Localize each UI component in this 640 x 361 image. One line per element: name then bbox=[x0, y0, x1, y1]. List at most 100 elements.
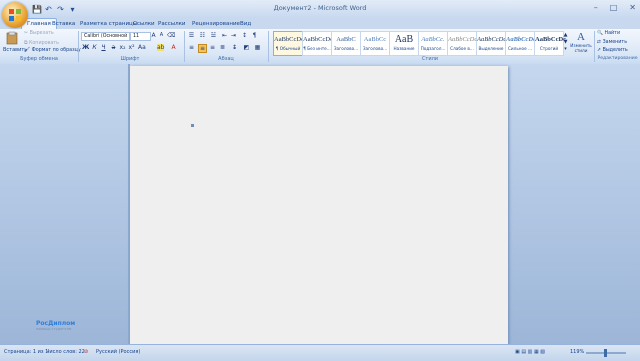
sort-icon[interactable]: ↕ bbox=[241, 32, 248, 39]
minimize-icon[interactable]: – bbox=[594, 3, 598, 12]
scissors-icon: ✂ bbox=[24, 31, 29, 36]
style-tile-heading1[interactable]: AaBbC Заголово... bbox=[331, 31, 361, 56]
style-sample: AaBbCcDc bbox=[506, 36, 536, 43]
watermark-logo: РосДиплом помощь студентам bbox=[36, 320, 75, 331]
show-marks-icon[interactable]: ¶ bbox=[251, 32, 258, 39]
word-count[interactable]: Число слов: 22 bbox=[46, 349, 85, 355]
style-sample: AaBbCcDc bbox=[274, 36, 304, 43]
grow-font-icon[interactable]: A bbox=[150, 32, 157, 39]
subscript-icon[interactable]: x₂ bbox=[119, 44, 126, 51]
style-tile-no-spacing[interactable]: AaBbCcDc ¶ Без инте... bbox=[302, 31, 333, 56]
replace-icon: ⇄ bbox=[597, 40, 602, 45]
change-styles-button[interactable]: A Изменить стили bbox=[570, 31, 592, 53]
style-name: ¶ Без инте... bbox=[303, 46, 331, 51]
align-right-icon[interactable]: ≡ bbox=[209, 44, 216, 51]
italic-icon[interactable]: К bbox=[91, 44, 98, 51]
styles-scroll-up-icon[interactable]: ▲ bbox=[562, 32, 569, 39]
superscript-icon[interactable]: x² bbox=[128, 44, 135, 51]
tab-view[interactable]: Вид bbox=[240, 19, 251, 29]
decrease-indent-icon[interactable]: ⇤ bbox=[221, 32, 228, 39]
paragraph-group-label: Абзац bbox=[218, 56, 234, 62]
shading-icon[interactable]: ◩ bbox=[243, 44, 250, 51]
select-button[interactable]: ➚ Выделить bbox=[597, 48, 628, 53]
document-page[interactable] bbox=[130, 66, 508, 346]
font-name-combo[interactable]: Calibri (Основной те bbox=[81, 32, 130, 41]
page-count[interactable]: Страница: 1 из 1 bbox=[4, 349, 48, 355]
multilevel-list-icon[interactable]: ☱ bbox=[210, 32, 217, 39]
style-tile-heading2[interactable]: AaBbCc Заголово... bbox=[360, 31, 390, 56]
format-painter-label: Формат по образцу bbox=[31, 48, 81, 53]
style-name: Слабое в... bbox=[450, 46, 474, 51]
view-buttons[interactable]: ▣ ▤ ▥ ▦ ▧ bbox=[515, 349, 545, 355]
copy-button[interactable]: ⧉ Копировать bbox=[24, 40, 59, 46]
styles-scroll-down-icon[interactable]: ▼ bbox=[562, 39, 569, 46]
bullets-icon[interactable]: ☰ bbox=[188, 32, 195, 39]
style-name: ¶ Обычный bbox=[275, 46, 301, 51]
copy-label: Копировать bbox=[28, 41, 59, 46]
style-tile-subtle-emphasis[interactable]: AaBbCcDc Слабое в... bbox=[447, 31, 477, 56]
style-sample: AaBbCcDc bbox=[303, 36, 333, 43]
justify-icon[interactable]: ≣ bbox=[219, 44, 226, 51]
paste-label: Вставить bbox=[3, 47, 28, 53]
style-name: Заголово... bbox=[362, 46, 388, 51]
style-name: Сильное ... bbox=[508, 46, 532, 51]
increase-indent-icon[interactable]: ⇥ bbox=[230, 32, 237, 39]
language-indicator[interactable]: Русский (Россия) bbox=[96, 349, 140, 355]
clipboard-icon bbox=[6, 31, 18, 45]
format-painter-button[interactable]: 🖌 Формат по образцу bbox=[24, 48, 81, 53]
select-label: Выделить bbox=[602, 48, 628, 53]
style-sample: AaBbCc. bbox=[421, 36, 445, 43]
group-separator bbox=[78, 31, 79, 62]
logo-tagline: помощь студентам bbox=[36, 327, 72, 331]
tab-mailings[interactable]: Рассылки bbox=[158, 19, 186, 29]
style-tile-title[interactable]: AaB Название bbox=[389, 31, 419, 56]
cut-button[interactable]: ✂ Вырезать bbox=[24, 31, 54, 36]
font-size-combo[interactable]: 11 bbox=[130, 32, 151, 41]
clipboard-group-label: Буфер обмена bbox=[20, 56, 58, 62]
title-bar: 💾 ↶ ↷ ▾ Документ2 - Microsoft Word – □ ✕ bbox=[0, 0, 640, 18]
group-separator bbox=[184, 31, 185, 62]
strikethrough-icon[interactable]: a bbox=[110, 44, 117, 51]
tab-review[interactable]: Рецензирование bbox=[192, 19, 240, 29]
shrink-font-icon[interactable]: A bbox=[158, 32, 165, 39]
align-center-icon[interactable]: ≡ bbox=[198, 44, 207, 53]
bold-icon[interactable]: Ж bbox=[82, 44, 89, 51]
zoom-level[interactable]: 119% bbox=[570, 349, 584, 355]
maximize-icon[interactable]: □ bbox=[610, 3, 618, 12]
style-tile-normal[interactable]: AaBbCcDc ¶ Обычный bbox=[273, 31, 304, 56]
find-label: Найти bbox=[604, 31, 621, 36]
paste-button[interactable]: Вставить bbox=[3, 31, 28, 53]
line-spacing-icon[interactable]: ↨ bbox=[231, 44, 238, 51]
zoom-slider-thumb[interactable] bbox=[604, 349, 607, 357]
borders-icon[interactable]: ▦ bbox=[254, 44, 261, 51]
align-left-icon[interactable]: ≡ bbox=[188, 44, 195, 51]
highlight-icon[interactable]: ab bbox=[157, 44, 165, 51]
mouse-cursor-icon bbox=[191, 124, 194, 127]
numbering-icon[interactable]: ☷ bbox=[199, 32, 206, 39]
style-name: Выделение bbox=[478, 46, 504, 51]
change-case-icon[interactable]: Aa bbox=[138, 44, 146, 51]
document-workspace bbox=[0, 64, 640, 346]
replace-button[interactable]: ⇄ Заменить bbox=[597, 40, 627, 45]
window-title: Документ2 - Microsoft Word bbox=[273, 4, 367, 12]
font-group-label: Шрифт bbox=[120, 56, 140, 62]
logo-text: РосДиплом bbox=[36, 320, 76, 327]
clear-format-icon[interactable]: ⌫ bbox=[167, 32, 175, 39]
binoculars-icon: 🔍 bbox=[597, 31, 603, 36]
spelling-icon[interactable]: ⊘ bbox=[84, 349, 88, 355]
style-sample: AaBbCcDc bbox=[448, 36, 478, 43]
find-button[interactable]: 🔍 Найти bbox=[597, 31, 620, 36]
styles-more-icon[interactable]: ▾ bbox=[562, 46, 569, 53]
tab-page-layout[interactable]: Разметка страницы bbox=[80, 19, 137, 29]
brush-icon: 🖌 bbox=[24, 48, 31, 53]
underline-icon[interactable]: Ч bbox=[100, 44, 107, 51]
close-icon[interactable]: ✕ bbox=[629, 3, 636, 12]
style-tile-strong[interactable]: AaBbCcDc Строгий bbox=[534, 31, 566, 56]
style-tile-emphasis[interactable]: AaBbCcDc Выделение bbox=[476, 31, 506, 56]
style-tile-subtitle[interactable]: AaBbCc. Подзагол... bbox=[418, 31, 448, 56]
tab-references[interactable]: Ссылки bbox=[133, 19, 155, 29]
font-color-icon[interactable]: A bbox=[170, 44, 177, 51]
style-tile-intense-emphasis[interactable]: AaBbCcDc Сильное ... bbox=[505, 31, 536, 56]
tab-insert[interactable]: Вставка bbox=[52, 19, 75, 29]
office-button[interactable] bbox=[2, 2, 28, 28]
